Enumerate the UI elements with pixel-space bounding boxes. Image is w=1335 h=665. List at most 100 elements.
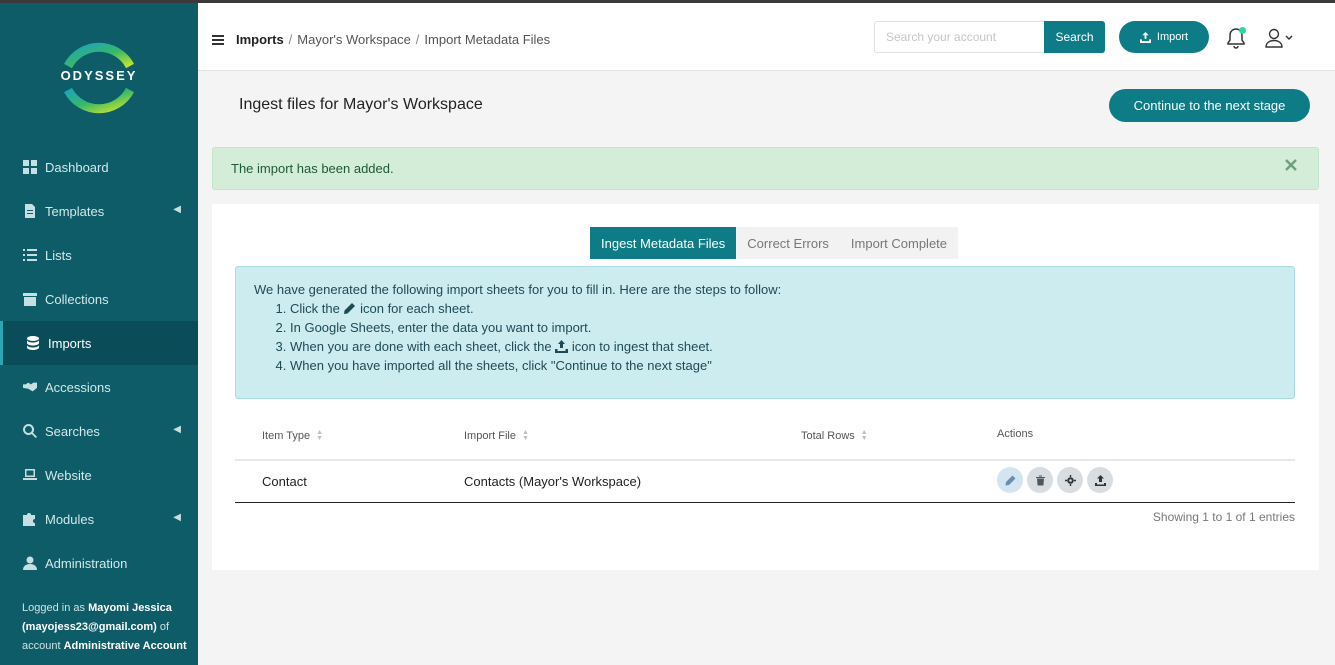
breadcrumb-separator: / bbox=[415, 32, 420, 47]
breadcrumb-separator: / bbox=[288, 32, 293, 47]
chevron-left-icon: ◀ bbox=[173, 204, 181, 215]
window-top-border bbox=[0, 0, 1335, 3]
step-text: Click the bbox=[290, 301, 340, 316]
sidebar-item-templates[interactable]: Templates ◀ bbox=[0, 189, 198, 233]
sheet-settings-button[interactable] bbox=[1057, 467, 1083, 493]
column-header-label: Actions bbox=[997, 428, 1034, 440]
user-menu-icon[interactable] bbox=[1265, 27, 1297, 49]
column-header-label: Total Rows bbox=[801, 430, 855, 442]
database-icon bbox=[25, 335, 41, 351]
sidebar-item-label: Dashboard bbox=[45, 159, 109, 175]
sidebar-item-label: Lists bbox=[45, 247, 72, 263]
upload-icon bbox=[555, 340, 569, 353]
column-header-actions: Actions bbox=[997, 428, 1033, 440]
hamburger-menu-icon[interactable] bbox=[212, 35, 224, 45]
edit-sheet-button[interactable] bbox=[997, 467, 1023, 493]
notifications-bell-icon[interactable] bbox=[1226, 27, 1246, 49]
gear-icon bbox=[1064, 474, 1076, 486]
sidebar-item-administration[interactable]: Administration bbox=[0, 541, 198, 585]
breadcrumb-item-workspace[interactable]: Mayor's Workspace bbox=[297, 32, 411, 47]
logo-text: ODYSSEY bbox=[60, 68, 138, 83]
sidebar: ODYSSEY Dashboard Templates ◀ Lists Coll… bbox=[0, 3, 198, 665]
import-button-label: Import bbox=[1156, 31, 1189, 43]
sidebar-item-label: Modules bbox=[45, 511, 95, 527]
logged-in-prefix: Logged in as bbox=[22, 602, 85, 614]
step-text: icon to ingest that sheet. bbox=[571, 339, 713, 354]
trash-icon bbox=[1035, 475, 1045, 485]
dashboard-icon bbox=[22, 159, 38, 175]
instruction-step: When you are done with each sheet, click… bbox=[290, 337, 1276, 356]
sidebar-item-dashboard[interactable]: Dashboard bbox=[0, 145, 198, 189]
instructions-intro: We have generated the following import s… bbox=[254, 282, 782, 297]
logged-in-user-name: Mayomi Jessica bbox=[88, 602, 172, 614]
sidebar-item-modules[interactable]: Modules ◀ bbox=[0, 497, 198, 541]
page-title: Ingest files for Mayor's Workspace bbox=[239, 96, 483, 113]
cell-import-file: Contacts (Mayor's Workspace) bbox=[464, 474, 642, 489]
column-header-import-file[interactable]: Import File ▲ ▼ bbox=[464, 429, 529, 442]
column-header-label: Item Type bbox=[262, 430, 311, 442]
user-icon bbox=[22, 555, 38, 571]
sidebar-item-label: Administration bbox=[45, 555, 128, 571]
laptop-icon bbox=[22, 467, 38, 483]
logged-in-user-email: (mayojess23@gmail.com) bbox=[22, 621, 157, 633]
alert-message: The import has been added. bbox=[231, 161, 394, 176]
search-icon bbox=[22, 423, 38, 439]
step-text: icon for each sheet. bbox=[360, 301, 474, 316]
ingest-sheet-button[interactable] bbox=[1087, 467, 1113, 493]
sidebar-item-website[interactable]: Website bbox=[0, 453, 198, 497]
instructions-box: We have generated the following import s… bbox=[235, 266, 1295, 399]
column-header-total-rows[interactable]: Total Rows ▲ ▼ bbox=[801, 429, 868, 442]
stage-tabs: Ingest Metadata Files Correct Errors Imp… bbox=[590, 227, 959, 259]
instruction-step: Click the icon for each sheet. bbox=[290, 299, 1276, 318]
sidebar-item-label: Website bbox=[45, 467, 92, 483]
success-alert: The import has been added. bbox=[212, 147, 1319, 190]
odyssey-logo[interactable]: ODYSSEY bbox=[54, 33, 144, 123]
tab-import-complete[interactable]: Import Complete bbox=[840, 227, 958, 259]
import-card: Ingest Metadata Files Correct Errors Imp… bbox=[212, 204, 1319, 570]
upload-icon bbox=[1139, 31, 1151, 43]
table-header-divider bbox=[235, 459, 1295, 461]
chevron-left-icon: ◀ bbox=[173, 424, 181, 435]
sidebar-nav: Dashboard Templates ◀ Lists Collections … bbox=[0, 145, 198, 585]
pencil-icon bbox=[344, 303, 356, 314]
notification-dot bbox=[1239, 27, 1246, 34]
tab-correct-errors[interactable]: Correct Errors bbox=[736, 227, 840, 259]
table-row-divider bbox=[235, 502, 1295, 503]
tab-ingest-metadata-files[interactable]: Ingest Metadata Files bbox=[590, 227, 737, 259]
step-text: When you are done with each sheet, click… bbox=[290, 339, 552, 354]
breadcrumb: Imports / Mayor's Workspace / Import Metadat… bbox=[236, 32, 550, 47]
logged-in-info: Logged in as Mayomi Jessica (mayojess23@… bbox=[22, 599, 187, 656]
close-icon[interactable] bbox=[1284, 158, 1298, 172]
column-header-label: Import File bbox=[464, 430, 516, 442]
continue-next-stage-button[interactable]: Continue to the next stage bbox=[1109, 89, 1310, 122]
breadcrumb-item-imports[interactable]: Imports bbox=[236, 32, 284, 47]
cell-item-type: Contact bbox=[262, 474, 307, 489]
sidebar-item-label: Accessions bbox=[45, 379, 111, 395]
sidebar-item-label: Templates bbox=[45, 203, 105, 219]
sidebar-item-label: Collections bbox=[45, 291, 109, 307]
logged-in-account-name: Administrative Account bbox=[63, 640, 187, 652]
import-button[interactable]: Import bbox=[1119, 21, 1209, 53]
archive-icon bbox=[22, 291, 38, 307]
sort-icon: ▲ ▼ bbox=[521, 429, 529, 442]
sort-icon: ▲ ▼ bbox=[316, 429, 324, 442]
column-header-item-type[interactable]: Item Type ▲ ▼ bbox=[262, 429, 324, 442]
search-input[interactable] bbox=[874, 21, 1045, 53]
search-button[interactable]: Search bbox=[1044, 21, 1105, 53]
sidebar-item-label: Searches bbox=[45, 423, 100, 439]
chevron-left-icon: ◀ bbox=[173, 512, 181, 523]
puzzle-icon bbox=[22, 511, 38, 527]
upload-icon bbox=[1094, 474, 1106, 486]
sidebar-item-label: Imports bbox=[48, 335, 92, 351]
breadcrumb-item-current: Import Metadata Files bbox=[424, 32, 551, 47]
sidebar-item-imports[interactable]: Imports bbox=[0, 321, 198, 365]
delete-sheet-button[interactable] bbox=[1027, 467, 1053, 493]
sidebar-item-lists[interactable]: Lists bbox=[0, 233, 198, 277]
list-icon bbox=[22, 247, 38, 263]
sidebar-item-searches[interactable]: Searches ◀ bbox=[0, 409, 198, 453]
table-info-text: Showing 1 to 1 of 1 entries bbox=[1152, 510, 1295, 524]
sidebar-item-collections[interactable]: Collections bbox=[0, 277, 198, 321]
sidebar-item-accessions[interactable]: Accessions bbox=[0, 365, 198, 409]
instruction-step: When you have imported all the sheets, c… bbox=[290, 356, 1276, 375]
top-header: Imports / Mayor's Workspace / Import Metadat… bbox=[198, 3, 1335, 71]
